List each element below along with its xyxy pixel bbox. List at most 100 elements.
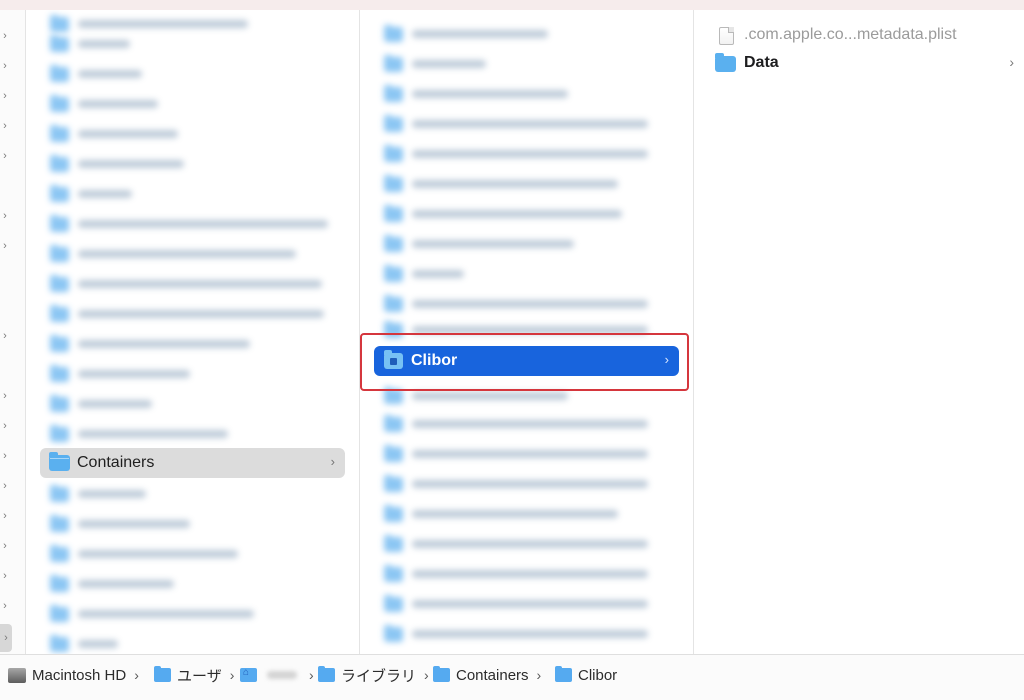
chevron-right-icon[interactable]: › (0, 30, 10, 42)
folder-icon (384, 625, 403, 642)
list-item[interactable] (374, 110, 679, 138)
chevron-right-icon[interactable]: › (0, 150, 10, 162)
list-item[interactable] (40, 480, 345, 508)
list-item[interactable] (40, 270, 345, 298)
list-item[interactable] (374, 530, 679, 558)
list-item[interactable] (40, 180, 345, 208)
list-item-label (78, 640, 118, 648)
folder-icon (384, 115, 403, 132)
chevron-right-icon[interactable]: › (0, 240, 10, 252)
breadcrumb-containers[interactable]: Containers › (433, 665, 541, 685)
chevron-right-icon[interactable]: › (0, 450, 10, 462)
list-item-label (412, 540, 648, 548)
list-item-label (412, 90, 568, 98)
list-item[interactable] (40, 30, 345, 58)
list-item-label (412, 300, 648, 308)
folder-icon (50, 125, 69, 142)
list-item[interactable] (374, 170, 679, 198)
chevron-right-icon: › (536, 667, 542, 683)
chevron-right-icon[interactable]: › (0, 420, 10, 432)
list-item[interactable] (40, 300, 345, 328)
list-item-label (412, 240, 574, 248)
list-item[interactable] (40, 630, 345, 654)
breadcrumb-macintosh-hd[interactable]: Macintosh HD › (8, 665, 139, 685)
list-item[interactable] (40, 240, 345, 268)
list-item[interactable] (40, 420, 345, 448)
folder-icon (50, 575, 69, 592)
list-item[interactable] (374, 50, 679, 78)
list-item[interactable] (374, 80, 679, 108)
folder-icon (50, 305, 69, 322)
folder-icon (433, 666, 450, 682)
list-item-label (412, 420, 648, 428)
chevron-right-icon[interactable]: › (0, 60, 10, 72)
folder-icon (384, 85, 403, 102)
list-item[interactable] (40, 60, 345, 88)
chevron-right-icon[interactable]: › (0, 390, 10, 402)
users-folder-icon (154, 666, 171, 682)
folder-icon (50, 185, 69, 202)
list-item[interactable] (40, 390, 345, 418)
list-item[interactable] (374, 560, 679, 588)
list-item[interactable] (374, 20, 679, 48)
chevron-right-icon[interactable]: › (0, 624, 12, 652)
breadcrumb-clibor[interactable]: Clibor (555, 665, 617, 685)
list-item[interactable] (40, 540, 345, 568)
list-item-label (412, 180, 618, 188)
list-item[interactable] (374, 440, 679, 468)
chevron-right-icon[interactable]: › (0, 570, 10, 582)
list-item[interactable] (374, 290, 679, 318)
list-item-label (412, 270, 464, 278)
list-item-label (412, 630, 648, 638)
list-item-label (78, 490, 146, 498)
list-item-label (78, 610, 254, 618)
list-item[interactable] (40, 600, 345, 628)
list-item-label (78, 580, 174, 588)
chevron-right-icon[interactable]: › (0, 210, 10, 222)
list-item[interactable] (40, 360, 345, 388)
list-item-label (412, 600, 648, 608)
list-item[interactable] (40, 510, 345, 538)
breadcrumb-home[interactable]: › (240, 665, 314, 685)
list-item[interactable] (374, 500, 679, 528)
chevron-right-icon[interactable]: › (0, 120, 10, 132)
list-item-label (78, 250, 296, 258)
chevron-right-icon: › (424, 667, 429, 683)
folder-data[interactable]: Data › (715, 53, 1014, 78)
list-item[interactable] (374, 260, 679, 288)
folder-icon (50, 65, 69, 82)
breadcrumb-label: Clibor (578, 666, 618, 684)
column-browser: › › › › › › › › › › › › › › › › › Contai… (0, 10, 1024, 654)
folder-icon (50, 215, 69, 232)
list-item[interactable] (374, 620, 679, 648)
list-item[interactable] (40, 120, 345, 148)
breadcrumb-label: Macintosh HD (32, 666, 127, 684)
breadcrumb-library[interactable]: ライブラリ › (318, 665, 429, 685)
list-item[interactable] (374, 470, 679, 498)
chevron-right-icon[interactable]: › (0, 600, 10, 612)
chevron-right-icon[interactable]: › (0, 330, 10, 342)
list-item[interactable] (374, 590, 679, 618)
chevron-right-icon[interactable]: › (0, 510, 10, 522)
list-item[interactable] (374, 410, 679, 438)
list-item-label (412, 570, 648, 578)
list-item[interactable] (374, 140, 679, 168)
list-item-containers[interactable]: Containers › (40, 448, 345, 478)
list-item[interactable] (374, 230, 679, 258)
list-item[interactable] (40, 210, 345, 238)
chevron-right-icon[interactable]: › (0, 90, 10, 102)
folder-icon (50, 515, 69, 532)
list-item-label (78, 370, 190, 378)
list-item[interactable] (40, 570, 345, 598)
list-item[interactable] (40, 150, 345, 178)
list-item-label (412, 480, 648, 488)
folder-icon (50, 635, 69, 652)
chevron-right-icon[interactable]: › (0, 540, 10, 552)
list-item[interactable] (40, 90, 345, 118)
breadcrumb-users[interactable]: ユーザ › (154, 665, 234, 685)
list-item[interactable] (374, 200, 679, 228)
list-item[interactable] (40, 330, 345, 358)
list-item-label (78, 430, 228, 438)
file-metadata-plist[interactable]: .com.apple.co...metadata.plist (715, 24, 1014, 48)
chevron-right-icon[interactable]: › (0, 480, 10, 492)
